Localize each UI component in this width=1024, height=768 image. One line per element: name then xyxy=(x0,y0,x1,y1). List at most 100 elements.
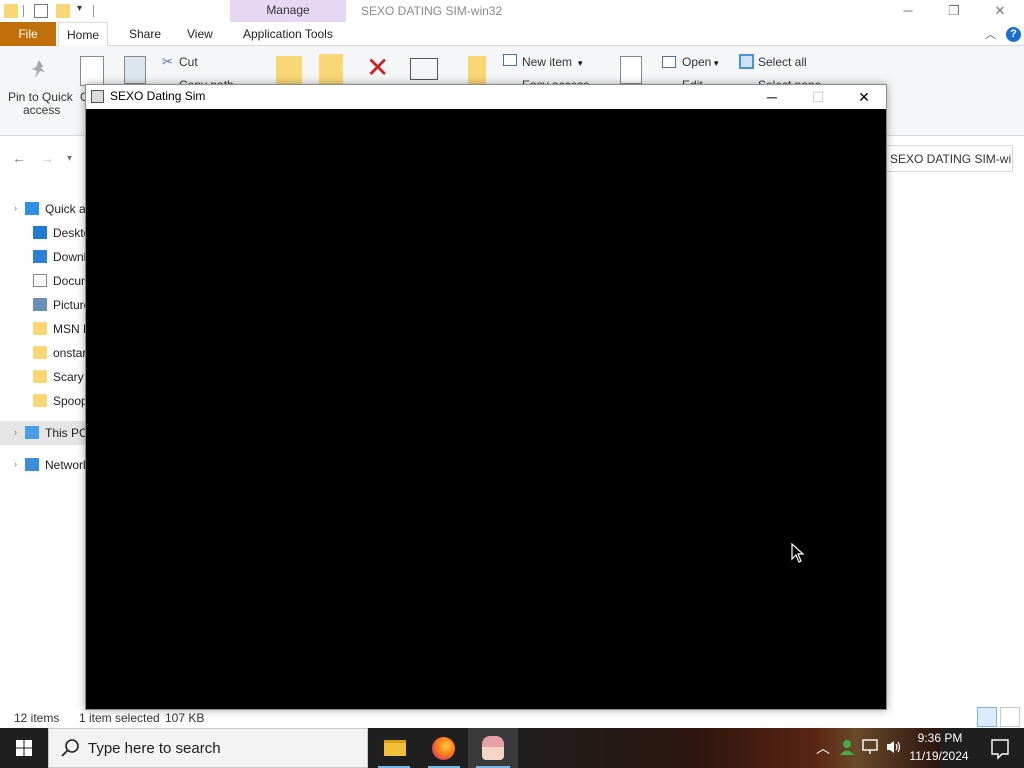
sidebar-item-this-pc[interactable]: This PC xyxy=(0,422,86,444)
help-icon[interactable]: ? xyxy=(1006,27,1021,42)
new-item-button[interactable]: New item xyxy=(522,55,572,69)
sidebar-item-label: Downloads xyxy=(53,250,86,264)
tab-application-tools[interactable]: Application Tools xyxy=(235,22,341,46)
close-button[interactable]: ✕ xyxy=(977,0,1023,22)
download-icon xyxy=(33,250,47,263)
copy-to-icon[interactable] xyxy=(319,54,343,84)
notification-center-icon[interactable] xyxy=(976,728,1024,768)
chevron-up-icon[interactable]: ︿ xyxy=(985,26,996,42)
properties-icon[interactable] xyxy=(620,56,642,84)
chevron-up-icon[interactable]: ︿ xyxy=(816,738,830,758)
sidebar-item-scary[interactable]: Scary xyxy=(0,366,86,388)
sidebar-item-pictures[interactable]: Pictures xyxy=(0,294,86,316)
volume-icon[interactable] xyxy=(885,739,903,755)
tab-home[interactable]: Home xyxy=(58,22,109,47)
expand-chevron-icon[interactable]: › xyxy=(14,427,17,437)
mouse-cursor-icon xyxy=(791,543,805,563)
expand-chevron-icon[interactable]: › xyxy=(14,459,17,469)
new-folder-icon[interactable] xyxy=(56,4,70,18)
taskbar-game[interactable] xyxy=(468,728,518,768)
tab-file[interactable]: File xyxy=(0,22,56,46)
restore-button[interactable]: ❐ xyxy=(931,0,977,22)
sidebar-item-documents[interactable]: Documents xyxy=(0,270,86,292)
documents-icon xyxy=(33,274,47,287)
recent-locations-chevron-icon[interactable]: ▾ xyxy=(67,153,72,164)
large-icons-view-icon[interactable] xyxy=(1000,707,1020,727)
pin-to-quick-label[interactable]: Pin to Quick xyxy=(8,90,73,104)
folder-icon xyxy=(33,370,47,383)
search-icon xyxy=(61,739,79,757)
pin-icon xyxy=(32,60,45,78)
address-bar[interactable]: SEXO DATING SIM-wi... xyxy=(885,145,1013,172)
taskbar-firefox[interactable] xyxy=(420,728,468,768)
pin-to-quick-label-line2[interactable]: access xyxy=(23,103,60,117)
open-button[interactable]: Open xyxy=(682,55,711,69)
sidebar-item-spoop[interactable]: Spoop xyxy=(0,390,86,412)
sidebar-item-msn-m[interactable]: MSN M xyxy=(0,318,86,340)
network-icon xyxy=(25,458,39,471)
game-title-bar[interactable]: SEXO Dating Sim ─ ☐ ✕ xyxy=(86,85,886,109)
pc-icon xyxy=(25,426,39,439)
rename-icon[interactable] xyxy=(410,58,438,80)
sidebar-item-label: Scary xyxy=(53,370,84,384)
select-all-button[interactable]: Select all xyxy=(758,55,807,69)
item-count: 12 items xyxy=(14,711,60,725)
qat-dropdown-icon[interactable]: ▾ xyxy=(77,3,82,14)
new-folder-icon[interactable] xyxy=(468,56,486,84)
back-arrow-icon[interactable]: ← xyxy=(12,150,26,166)
sidebar-item-onstar[interactable]: onstar xyxy=(0,342,86,364)
file-explorer-icon xyxy=(384,740,406,756)
new-item-icon xyxy=(503,54,517,66)
chevron-down-icon: ▾ xyxy=(578,58,583,68)
close-button[interactable]: ✕ xyxy=(841,85,887,109)
sidebar-item-network[interactable]: Network xyxy=(0,454,86,476)
sidebar-item-label: Spoop xyxy=(53,394,86,408)
divider xyxy=(23,5,24,17)
firefox-icon xyxy=(432,737,455,760)
taskbar-file-explorer[interactable] xyxy=(370,728,418,768)
folder-icon xyxy=(33,346,47,359)
user-icon[interactable] xyxy=(838,738,856,756)
delete-icon[interactable]: ✕ xyxy=(366,54,389,82)
move-to-icon[interactable] xyxy=(276,56,302,86)
sidebar-item-downloads[interactable]: Downloads xyxy=(0,246,86,268)
network-icon[interactable] xyxy=(862,739,880,755)
pictures-icon xyxy=(33,298,47,311)
clock-time[interactable]: 9:36 PM xyxy=(912,731,968,745)
tab-view[interactable]: View xyxy=(179,22,221,46)
sidebar-item-label: Documents xyxy=(53,274,86,288)
sidebar-item-desktop[interactable]: Desktop xyxy=(0,222,86,244)
details-view-icon[interactable] xyxy=(977,707,997,727)
explorer-title-bar: ▾ xyxy=(0,0,1024,22)
selection-size: 107 KB xyxy=(165,711,205,725)
manage-tab[interactable]: Manage xyxy=(230,0,346,22)
expand-chevron-icon[interactable]: › xyxy=(14,203,17,213)
forward-arrow-icon[interactable]: → xyxy=(40,150,54,166)
maximize-button[interactable]: ☐ xyxy=(795,85,841,109)
start-button[interactable] xyxy=(0,728,48,768)
folder-icon xyxy=(33,322,47,335)
game-canvas[interactable] xyxy=(86,109,886,709)
app-icon xyxy=(91,90,104,103)
minimize-button[interactable]: ─ xyxy=(749,85,795,109)
folder-icon xyxy=(4,4,18,18)
cut-button[interactable]: Cut xyxy=(179,55,198,69)
scissors-icon: ✂ xyxy=(162,54,173,69)
sidebar-item-label: Pictures xyxy=(53,298,86,312)
paste-icon[interactable] xyxy=(124,56,146,84)
sidebar-item-label: onstar xyxy=(53,346,86,360)
desktop-icon xyxy=(33,226,47,239)
minimize-button[interactable]: ─ xyxy=(885,0,931,22)
game-app-icon xyxy=(482,736,504,760)
star-icon xyxy=(25,202,39,215)
sidebar-item-label: Quick access xyxy=(45,202,86,216)
sidebar-item-quick-access[interactable]: Quick access xyxy=(0,198,86,220)
game-window[interactable]: SEXO Dating Sim ─ ☐ ✕ xyxy=(85,84,887,710)
tab-share[interactable]: Share xyxy=(121,22,169,46)
clock-date[interactable]: 11/19/2024 xyxy=(906,749,972,763)
copy-icon[interactable] xyxy=(80,56,104,86)
folder-icon xyxy=(33,394,47,407)
windows-logo-icon xyxy=(16,740,32,756)
search-placeholder[interactable]: Type here to search xyxy=(88,740,221,757)
properties-icon[interactable] xyxy=(34,4,48,18)
